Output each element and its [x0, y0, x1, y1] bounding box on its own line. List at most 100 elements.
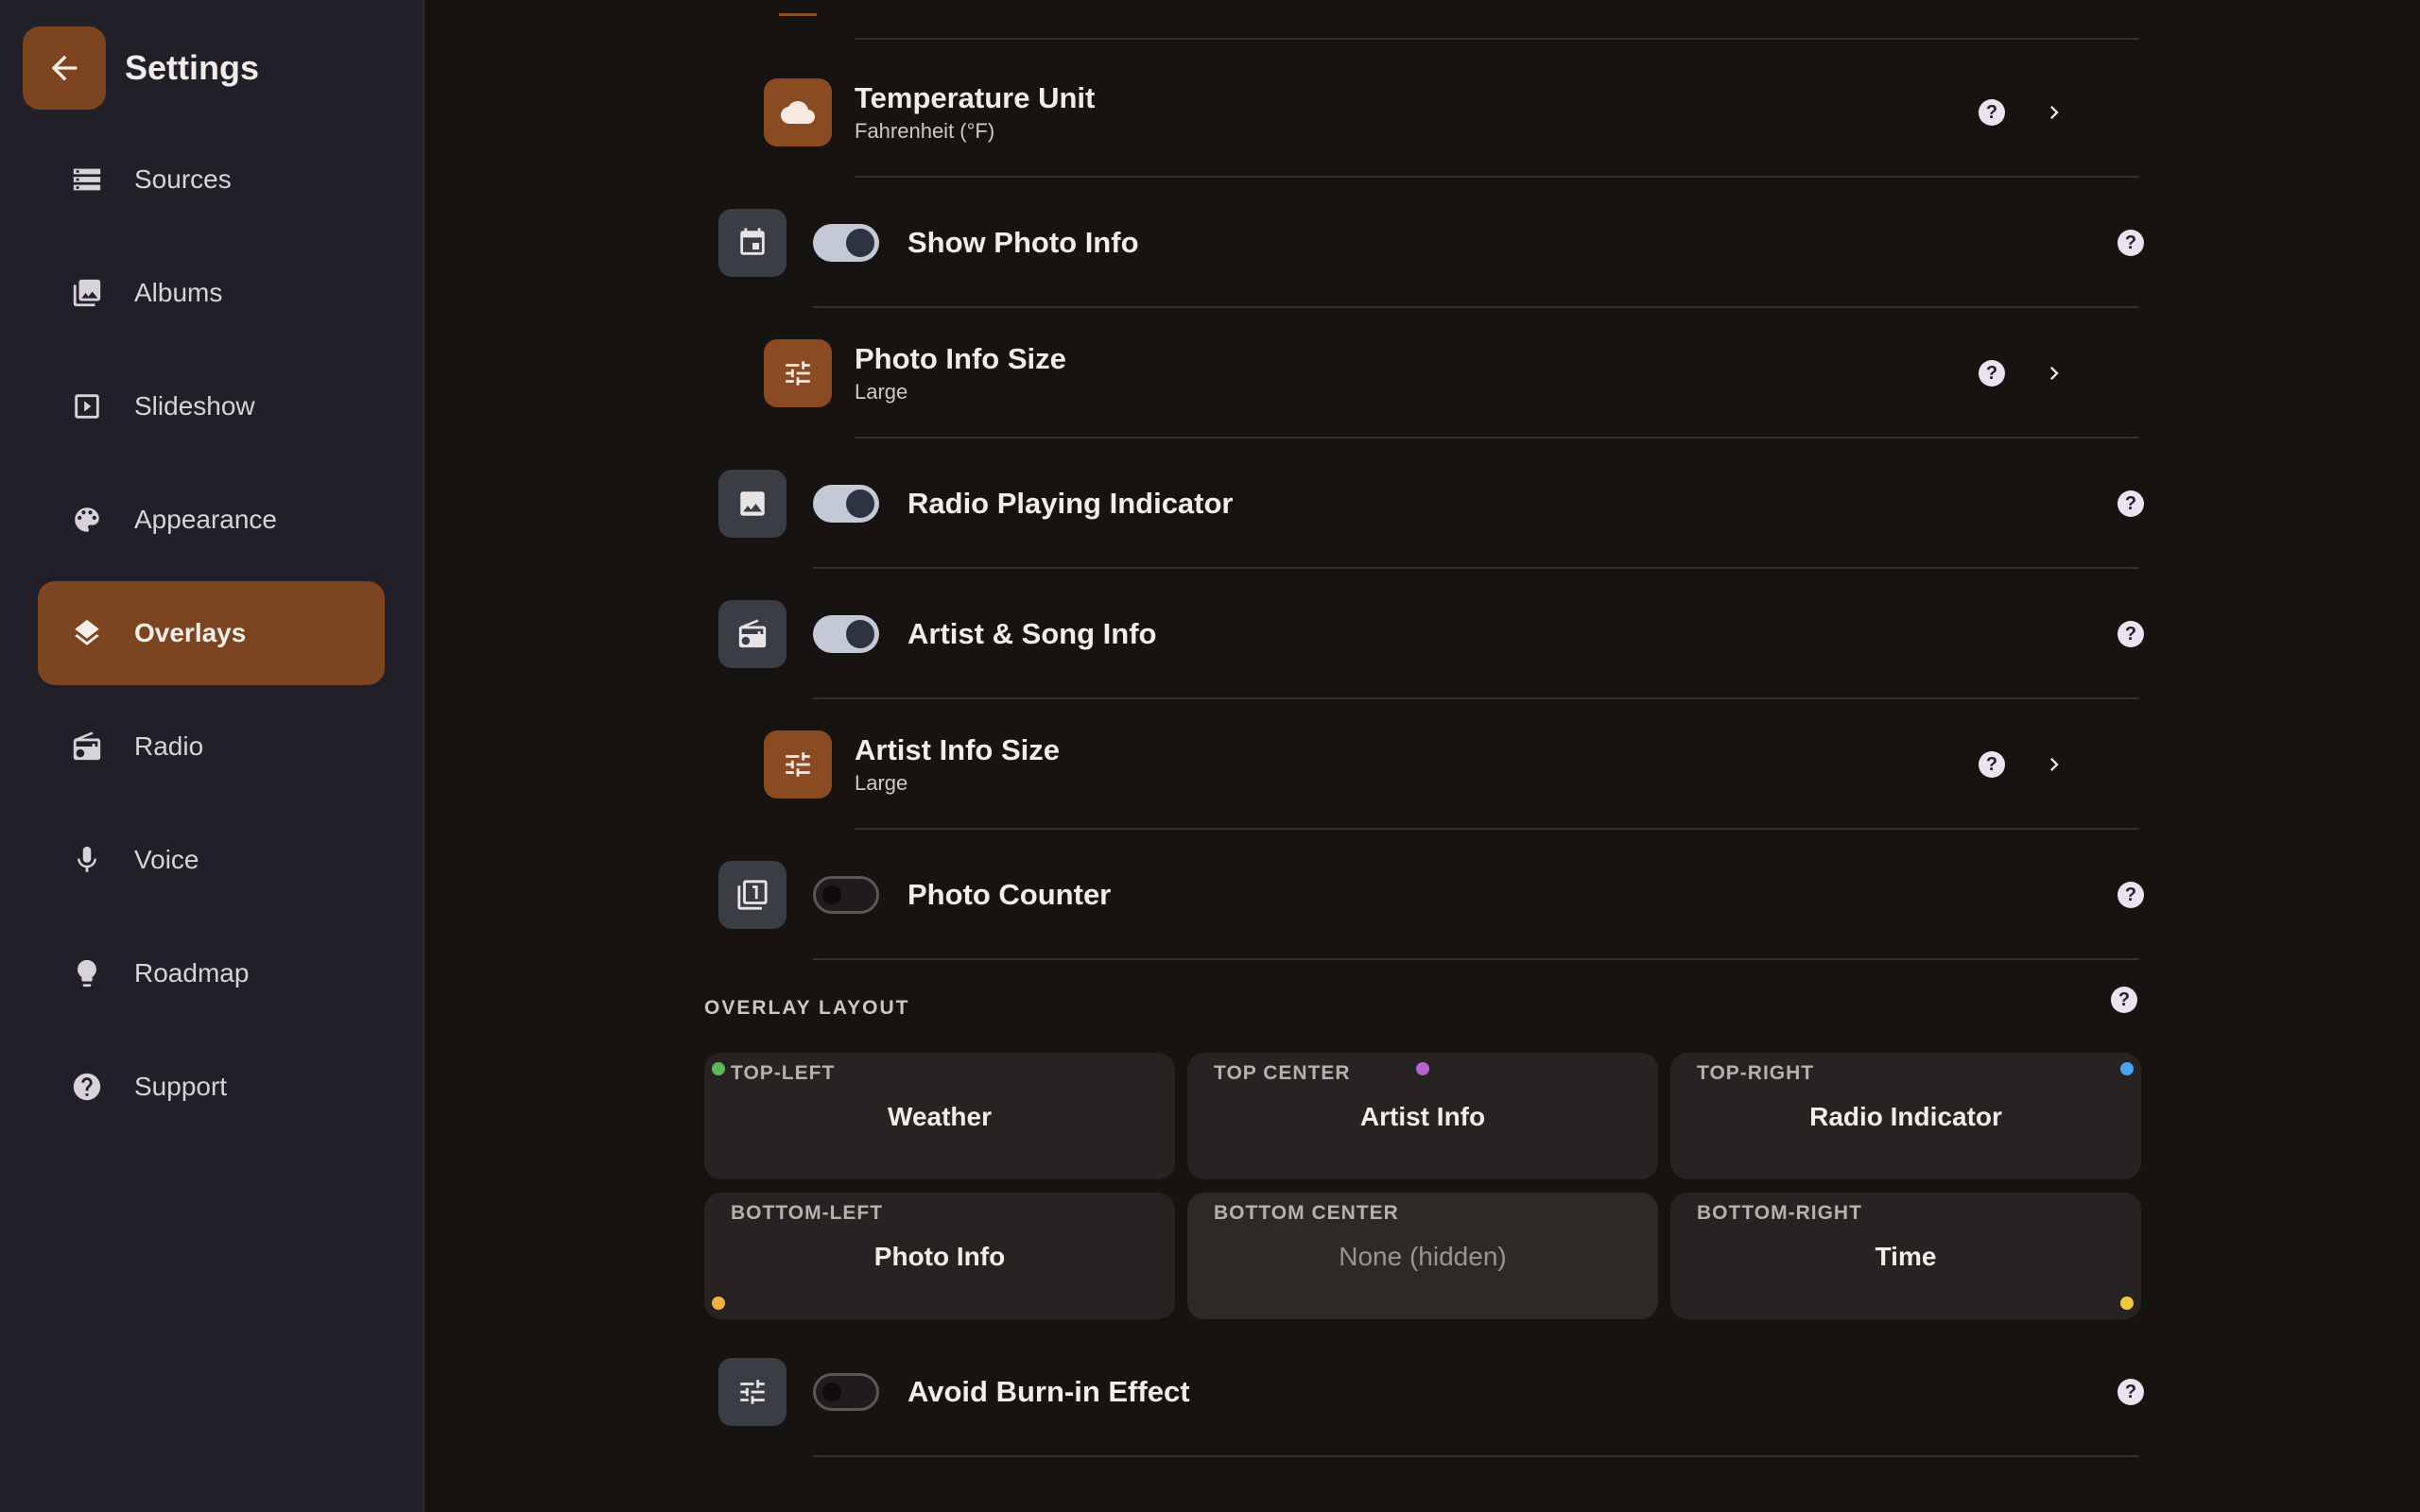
cell-position-label: BOTTOM-RIGHT: [1697, 1202, 1862, 1224]
artist-info-size-value: Large: [855, 771, 908, 795]
lightbulb-icon: [68, 954, 106, 992]
help-icon: [68, 1068, 106, 1106]
photo-library-icon: [68, 274, 106, 312]
sidebar-item-label: Sources: [134, 164, 232, 194]
help-icon[interactable]: ?: [1979, 99, 2005, 126]
cell-value: Photo Info: [873, 1242, 1006, 1271]
chevron-right-icon: [2041, 360, 2067, 387]
sidebar-item-label: Appearance: [134, 505, 278, 534]
radio-icon: [68, 728, 106, 765]
status-dot: [712, 1062, 725, 1075]
chevron-right-icon: [2041, 751, 2067, 778]
cell-position-label: TOP CENTER: [1214, 1062, 1351, 1084]
sidebar-item-label: Support: [134, 1072, 228, 1101]
help-icon[interactable]: ?: [2118, 230, 2144, 256]
cell-position-label: TOP-LEFT: [731, 1062, 836, 1084]
show-photo-info-toggle[interactable]: [813, 224, 879, 262]
sidebar-item-label: Overlays: [134, 618, 247, 647]
help-icon[interactable]: ?: [1979, 751, 2005, 778]
calendar-icon: [718, 209, 786, 277]
artist-info-size-row[interactable]: Artist Info Size Large ?: [764, 699, 2139, 830]
overlay-cell-bottom-left[interactable]: BOTTOM-LEFT Photo Info: [704, 1193, 1175, 1319]
status-dot: [712, 1297, 725, 1310]
overlay-cell-top-right[interactable]: TOP-RIGHT Radio Indicator: [1670, 1053, 2141, 1179]
radio-playing-indicator-toggle[interactable]: [813, 485, 879, 523]
back-button[interactable]: [23, 26, 106, 110]
artist-info-size-title: Artist Info Size: [855, 733, 1061, 766]
cell-value: Time: [1875, 1242, 1937, 1271]
overlay-cell-bottom-right[interactable]: BOTTOM-RIGHT Time: [1670, 1193, 2141, 1319]
sidebar-item-sources[interactable]: Sources: [38, 128, 385, 232]
sidebar-item-label: Voice: [134, 845, 199, 874]
help-icon[interactable]: ?: [2111, 987, 2137, 1013]
photo-counter-row[interactable]: Photo Counter ?: [718, 830, 2144, 960]
artist-song-info-toggle[interactable]: [813, 615, 879, 653]
avoid-burn-in-row[interactable]: Avoid Burn-in Effect ?: [718, 1327, 2144, 1457]
show-photo-info-title: Show Photo Info: [908, 226, 1139, 259]
layers-icon: [68, 614, 106, 652]
image-icon: [718, 470, 786, 538]
radio-icon: [718, 600, 786, 668]
help-icon[interactable]: ?: [1979, 360, 2005, 387]
sidebar-item-support[interactable]: Support: [38, 1035, 385, 1139]
help-icon[interactable]: ?: [2118, 621, 2144, 647]
temperature-unit-value: Fahrenheit (°F): [855, 119, 995, 143]
help-icon[interactable]: ?: [2118, 490, 2144, 517]
sidebar-item-roadmap[interactable]: Roadmap: [38, 921, 385, 1025]
radio-playing-indicator-row[interactable]: Radio Playing Indicator ?: [718, 438, 2144, 569]
overlay-cell-top-center[interactable]: TOP CENTER Artist Info: [1187, 1053, 1658, 1179]
divider: [855, 38, 2139, 40]
sidebar-item-albums[interactable]: Albums: [38, 241, 385, 345]
cell-position-label: BOTTOM CENTER: [1214, 1202, 1399, 1224]
overlay-cell-bottom-center[interactable]: BOTTOM CENTER None (hidden): [1187, 1193, 1658, 1319]
sidebar-item-slideshow[interactable]: Slideshow: [38, 354, 385, 458]
sidebar-item-label: Slideshow: [134, 391, 255, 421]
overlay-layout-label: OVERLAY LAYOUT: [704, 997, 910, 1019]
chevron-right-icon: [2041, 99, 2067, 126]
storage-icon: [68, 161, 106, 198]
sidebar-item-voice[interactable]: Voice: [38, 808, 385, 912]
artist-song-info-row[interactable]: Artist & Song Info ?: [718, 569, 2144, 699]
divider: [813, 958, 2139, 960]
status-dot: [2120, 1062, 2134, 1075]
radio-playing-indicator-title: Radio Playing Indicator: [908, 487, 1234, 520]
status-dot: [1416, 1062, 1429, 1075]
avoid-burn-in-toggle[interactable]: [813, 1373, 879, 1411]
artist-song-info-title: Artist & Song Info: [908, 617, 1157, 650]
cell-position-label: TOP-RIGHT: [1697, 1062, 1815, 1084]
settings-title: Settings: [125, 48, 260, 87]
arrow-back-icon: [51, 55, 78, 81]
tune-icon: [764, 339, 832, 407]
help-icon[interactable]: ?: [2118, 1379, 2144, 1405]
status-dot: [2120, 1297, 2134, 1310]
sidebar-header: Settings: [23, 26, 259, 110]
microphone-icon: [68, 841, 106, 879]
sidebar-item-appearance[interactable]: Appearance: [38, 468, 385, 572]
overlay-cell-top-left[interactable]: TOP-LEFT Weather: [704, 1053, 1175, 1179]
cell-value: Radio Indicator: [1809, 1102, 2002, 1131]
help-icon[interactable]: ?: [2118, 882, 2144, 908]
palette-icon: [68, 501, 106, 539]
photo-counter-toggle[interactable]: [813, 876, 879, 914]
cell-position-label: BOTTOM-LEFT: [731, 1202, 884, 1224]
cell-value: Artist Info: [1359, 1102, 1486, 1131]
sidebar: Settings Sources Albums Slideshow Appear…: [0, 0, 424, 1512]
tune-icon: [718, 1358, 786, 1426]
sidebar-item-radio[interactable]: Radio: [38, 695, 385, 799]
sidebar-item-label: Albums: [134, 278, 223, 307]
show-photo-info-row[interactable]: Show Photo Info ?: [718, 178, 2144, 308]
slideshow-icon: [68, 387, 106, 425]
sidebar-item-label: Radio: [134, 731, 204, 761]
photo-info-size-title: Photo Info Size: [855, 342, 1066, 375]
photo-counter-title: Photo Counter: [908, 878, 1112, 911]
cell-value: Weather: [888, 1102, 992, 1131]
avoid-burn-in-title: Avoid Burn-in Effect: [908, 1375, 1190, 1408]
partial-tile: [779, 13, 817, 16]
temperature-unit-row[interactable]: Temperature Unit Fahrenheit (°F) ?: [764, 47, 2139, 178]
photo-info-size-value: Large: [855, 380, 908, 404]
photo-info-size-row[interactable]: Photo Info Size Large ?: [764, 308, 2139, 438]
divider: [813, 1455, 2139, 1457]
cell-value: None (hidden): [1339, 1242, 1507, 1271]
sidebar-item-label: Roadmap: [134, 958, 250, 988]
sidebar-item-overlays[interactable]: Overlays: [38, 581, 385, 685]
